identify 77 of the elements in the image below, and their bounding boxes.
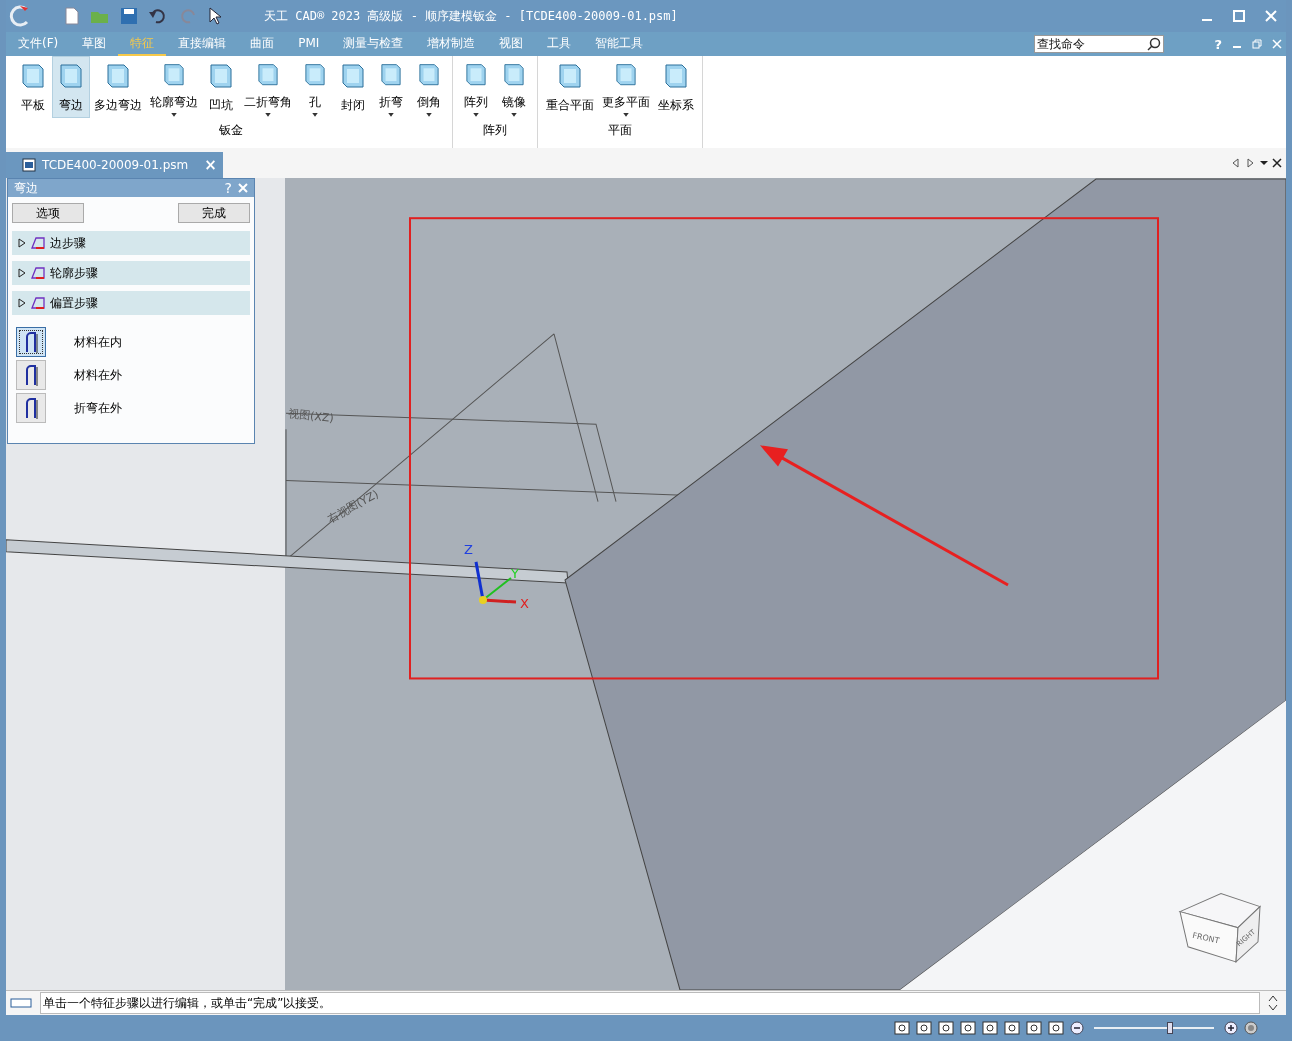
step-label: 轮廓步骤 [50, 264, 98, 282]
ribbon-button[interactable]: 孔 [296, 56, 334, 118]
caret-icon[interactable] [511, 113, 517, 117]
caret-icon[interactable] [388, 113, 394, 117]
prompt-message: 单击一个特征步骤以进行编辑，或单击“完成”以接受。 [40, 992, 1260, 1014]
plane-label: 视图(XZ) [287, 407, 335, 425]
ribbon-button[interactable]: 弯边 [52, 56, 90, 118]
group-label: 平面 [607, 122, 633, 139]
zoom-out-icon[interactable] [1070, 1021, 1084, 1035]
ribbon-button[interactable]: 重合平面 [542, 56, 598, 118]
caret-icon[interactable] [426, 113, 432, 117]
view-tool-icon[interactable] [960, 1020, 976, 1036]
plane-label: 右视图(YZ) [325, 487, 381, 526]
ribbon-button[interactable]: 折弯 [372, 56, 410, 118]
expand-icon[interactable] [18, 238, 26, 248]
ribbon-button[interactable]: 二折弯角 [240, 56, 296, 118]
caret-icon[interactable] [312, 113, 318, 117]
scroll-arrows-icon[interactable] [1268, 994, 1278, 1012]
step-icon [30, 296, 46, 310]
zoom-in-icon[interactable] [1224, 1021, 1238, 1035]
step-icon [30, 266, 46, 280]
window-title: 天工 CAD® 2023 高级版 - 顺序建模钣金 - [TCDE400-20009-01.psm] [264, 7, 678, 25]
ribbon-button[interactable]: 倒角 [410, 56, 448, 118]
search-field[interactable]: 查找命令 [1034, 35, 1165, 53]
view-tool-icon[interactable] [1048, 1020, 1064, 1036]
save-icon[interactable] [120, 7, 138, 25]
view-tool-icon[interactable] [894, 1020, 910, 1036]
option-label: 材料在外 [74, 366, 122, 384]
view-tool-icon[interactable] [982, 1020, 998, 1036]
view-tool-icon[interactable] [938, 1020, 954, 1036]
ribbon-button[interactable]: 更多平面 [598, 56, 654, 118]
finish-button[interactable]: 完成 [178, 203, 250, 223]
step-label: 偏置步骤 [50, 294, 98, 312]
tab-navigation-icon[interactable] [1232, 158, 1282, 168]
undo-icon[interactable] [148, 7, 168, 25]
expand-icon[interactable] [18, 268, 26, 278]
pointer-icon[interactable] [208, 7, 222, 25]
ribbon-button[interactable]: 阵列 [457, 56, 495, 118]
material-option-button[interactable] [16, 393, 46, 423]
option-label: 材料在内 [74, 333, 122, 351]
ribbon-button[interactable]: 平板 [14, 56, 52, 118]
caret-icon[interactable] [265, 113, 271, 117]
option-label: 折弯在外 [74, 399, 122, 417]
group-label: 阵列 [482, 122, 508, 139]
close-icon[interactable] [238, 183, 248, 193]
material-option-button[interactable] [16, 360, 46, 390]
step-row[interactable]: 轮廓步骤 [12, 261, 250, 285]
target-icon[interactable] [1244, 1021, 1258, 1035]
step-icon [30, 236, 46, 250]
ribbon-button[interactable]: 凹坑 [202, 56, 240, 118]
ribbon-button[interactable]: 坐标系 [654, 56, 698, 118]
view-tool-icon[interactable] [1004, 1020, 1020, 1036]
close-icon[interactable] [1264, 9, 1278, 23]
ribbon-button[interactable]: 封闭 [334, 56, 372, 118]
caret-icon[interactable] [623, 113, 629, 117]
caret-icon[interactable] [473, 113, 479, 117]
document-icon [22, 158, 36, 172]
material-option-button[interactable] [16, 327, 46, 357]
ribbon-button[interactable]: 镜像 [495, 56, 533, 118]
coordinate-triad-drawing: Z Y X [464, 541, 529, 612]
view-tool-icon[interactable] [1026, 1020, 1042, 1036]
expand-icon[interactable] [18, 298, 26, 308]
options-button[interactable]: 选项 [12, 203, 84, 223]
search-icon[interactable] [1147, 37, 1162, 51]
step-row[interactable]: 偏置步骤 [12, 291, 250, 315]
close-icon[interactable] [1272, 39, 1282, 49]
step-row[interactable]: 边步骤 [12, 231, 250, 255]
dialog-title: 弯边 [14, 179, 38, 197]
caret-icon[interactable] [171, 113, 177, 117]
maximize-icon[interactable] [1232, 9, 1246, 23]
step-label: 边步骤 [50, 234, 86, 252]
ribbon-button[interactable]: 轮廓弯边 [146, 56, 202, 118]
prompt-icon [10, 998, 32, 1008]
new-file-icon[interactable] [64, 7, 80, 25]
ribbon-button[interactable]: 多边弯边 [90, 56, 146, 118]
view-tool-icon[interactable] [916, 1020, 932, 1036]
group-label: 钣金 [218, 122, 244, 139]
